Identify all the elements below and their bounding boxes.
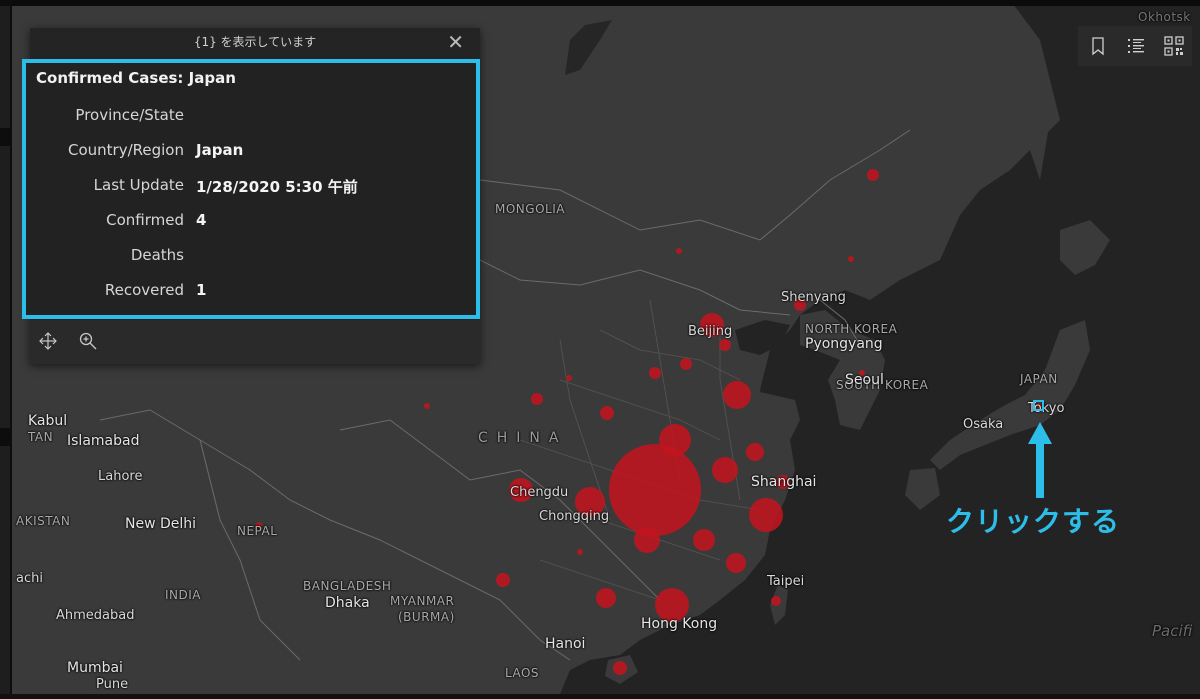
- attribute-key: Province/State: [75, 106, 184, 124]
- bookmark-icon[interactable]: [1086, 34, 1110, 58]
- annotation-click-text: クリックする: [946, 505, 1121, 538]
- case-marker: [867, 169, 879, 181]
- move-icon[interactable]: [38, 332, 58, 352]
- attribute-row: Province/State: [26, 106, 466, 128]
- label-mumbai: Mumbai: [67, 660, 123, 676]
- label-seoul: Seoul: [845, 372, 884, 388]
- case-marker: [531, 393, 543, 405]
- attribute-row: Recovered 1: [26, 281, 466, 303]
- popup-footer: [30, 320, 480, 364]
- attribute-row: Last Update 1/28/2020 5:30 午前: [26, 176, 466, 198]
- label-pune: Pune: [96, 677, 129, 692]
- label-china: CHINA: [478, 430, 568, 446]
- attribute-key: Deaths: [130, 246, 184, 264]
- label-islamabad: Islamabad: [67, 433, 140, 449]
- label-burma: (BURMA): [398, 610, 455, 624]
- label-kabul: Kabul: [28, 413, 68, 429]
- case-marker: [613, 661, 627, 675]
- map-toolbar: [1078, 26, 1192, 66]
- case-marker: [726, 553, 746, 573]
- close-icon[interactable]: ✕: [447, 28, 464, 56]
- label-pakistan: AKISTAN: [16, 514, 71, 528]
- popup-header-text: {1} を表示しています: [193, 35, 317, 49]
- label-chengdu: Chengdu: [510, 485, 569, 500]
- label-japan: JAPAN: [1020, 372, 1058, 386]
- left-panel-strip: [0, 0, 12, 694]
- attribute-key: Country/Region: [68, 141, 184, 159]
- case-marker: [712, 457, 738, 483]
- attribute-value: 4: [196, 211, 207, 229]
- label-chongqing: Chongqing: [539, 509, 610, 524]
- label-hanoi: Hanoi: [545, 636, 586, 652]
- left-panel-segment[interactable]: [0, 146, 10, 428]
- case-marker: [577, 549, 583, 555]
- tokyo-target-marker[interactable]: [1033, 400, 1044, 411]
- label-shanghai: Shanghai: [751, 474, 817, 490]
- label-new-delhi: New Delhi: [125, 516, 197, 532]
- label-taipei: Taipei: [767, 574, 805, 589]
- label-hong-kong: Hong Kong: [641, 616, 718, 632]
- label-india: INDIA: [165, 588, 202, 602]
- label-afghanistan: TAN: [28, 430, 54, 444]
- zoom-to-icon[interactable]: [78, 332, 98, 352]
- case-marker: [600, 406, 614, 420]
- label-myanmar: MYANMAR: [390, 594, 455, 608]
- label-dhaka: Dhaka: [325, 595, 370, 611]
- case-marker: [634, 527, 660, 553]
- case-marker: [496, 573, 510, 587]
- case-marker: [424, 403, 430, 409]
- case-marker: [566, 375, 572, 381]
- case-marker: [659, 424, 691, 456]
- up-arrow-icon: [1028, 422, 1052, 498]
- label-beijing: Beijing: [688, 324, 733, 339]
- qr-code-icon[interactable]: [1162, 34, 1186, 58]
- case-marker: [680, 358, 692, 370]
- attribute-value: 1/28/2020 5:30 午前: [196, 178, 358, 196]
- legend-list-icon[interactable]: [1124, 34, 1148, 58]
- label-laos: LAOS: [505, 666, 540, 680]
- attribute-key: Last Update: [93, 176, 184, 194]
- label-north-korea: NORTH KOREA: [805, 322, 898, 336]
- label-bangladesh: BANGLADESH: [303, 579, 392, 593]
- left-panel-segment[interactable]: [0, 446, 10, 694]
- attribute-row: Confirmed 4: [26, 211, 466, 233]
- attribute-row: Country/Region Japan: [26, 141, 466, 163]
- label-osaka: Osaka: [963, 417, 1004, 432]
- left-panel-segment[interactable]: [0, 6, 10, 128]
- popup-header: {1} を表示しています ✕: [30, 28, 480, 56]
- label-mongolia: MONGOLIA: [495, 202, 565, 216]
- label-pacific: Pacifi: [1152, 622, 1193, 640]
- attribute-key: Recovered: [104, 281, 184, 299]
- case-marker: [649, 367, 661, 379]
- case-marker: [771, 596, 781, 606]
- label-pyongyang: Pyongyang: [805, 336, 883, 352]
- case-marker: [676, 248, 682, 254]
- case-marker: [719, 339, 731, 351]
- case-marker: [596, 588, 616, 608]
- label-shenyang: Shenyang: [781, 290, 846, 305]
- case-marker-hubei: [609, 444, 701, 536]
- popup-title: Confirmed Cases: Japan: [36, 69, 236, 87]
- label-nepal: NEPAL: [237, 524, 278, 538]
- attribute-value: Japan: [196, 141, 244, 159]
- label-lahore: Lahore: [98, 469, 143, 484]
- popup-content-highlight: Confirmed Cases: Japan Province/State Co…: [22, 59, 480, 319]
- label-karachi: achi: [16, 571, 43, 586]
- label-okhotsk: Okhotsk: [1138, 10, 1191, 24]
- label-ahmedabad: Ahmedabad: [56, 608, 135, 623]
- case-marker: [723, 381, 751, 409]
- attribute-value: 1: [196, 281, 207, 299]
- top-bar: [0, 0, 1200, 6]
- case-marker: [693, 529, 715, 551]
- case-marker: [746, 443, 764, 461]
- case-marker: [848, 256, 854, 262]
- case-marker: [749, 498, 783, 532]
- attribute-key: Confirmed: [106, 211, 184, 229]
- attribute-row: Deaths: [26, 246, 466, 268]
